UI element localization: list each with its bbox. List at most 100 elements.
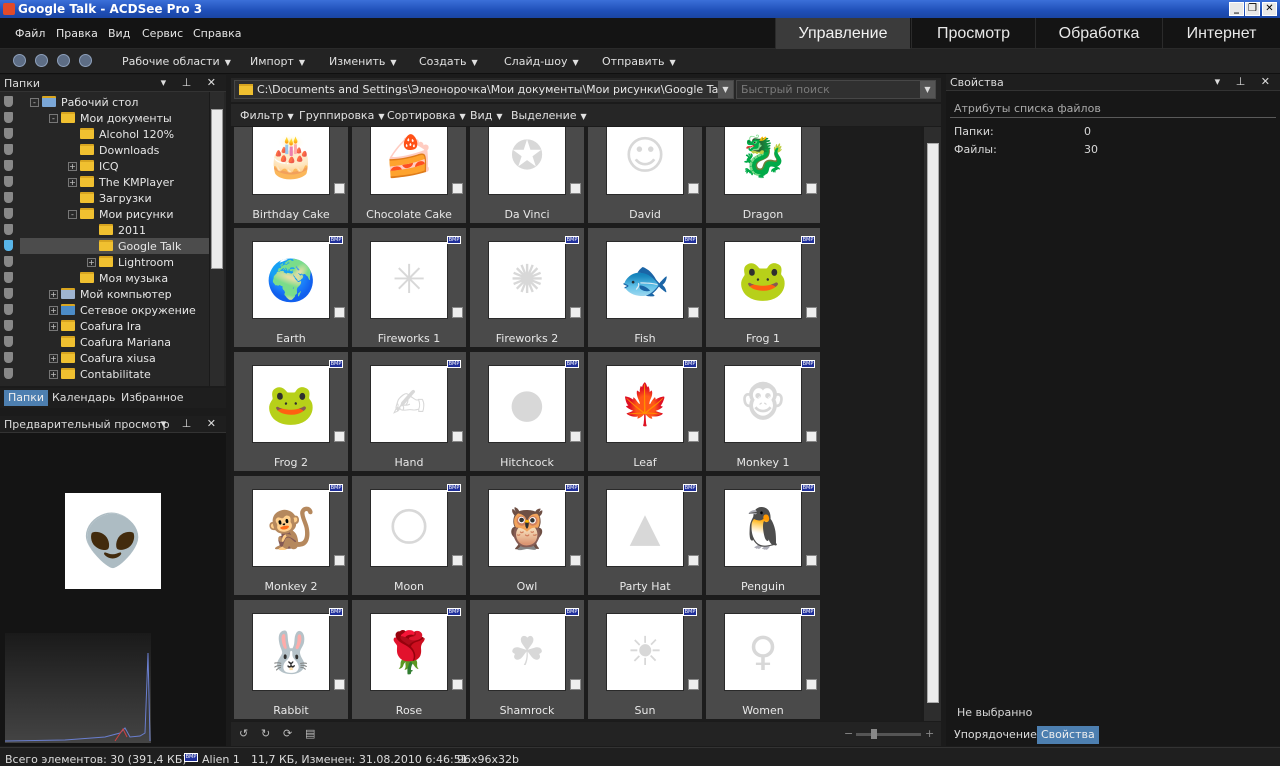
menu-file[interactable]: Файл — [15, 27, 45, 40]
select-checkbox[interactable] — [806, 183, 817, 194]
up-icon[interactable] — [79, 54, 92, 67]
slideshow-menu[interactable]: Слайд-шоу ▼ — [504, 55, 579, 68]
compare-icon[interactable]: ▤ — [305, 727, 315, 740]
select-checkbox[interactable] — [688, 307, 699, 318]
close-button[interactable]: ✕ — [1262, 2, 1277, 16]
forward-icon[interactable] — [57, 54, 70, 67]
tab-folders[interactable]: Папки — [4, 390, 48, 406]
expand-icon[interactable]: + — [68, 162, 77, 171]
tree-item[interactable]: Alcohol 120% — [0, 126, 209, 142]
expand-icon[interactable]: + — [68, 178, 77, 187]
tab-online[interactable]: Интернет — [1162, 18, 1280, 49]
edit-menu[interactable]: Изменить ▼ — [329, 55, 397, 68]
select-menu[interactable]: Выделение ▼ — [511, 109, 587, 122]
select-checkbox[interactable] — [570, 679, 581, 690]
rotate-left-icon[interactable]: ↺ — [239, 727, 248, 740]
file-thumbnail-tile[interactable]: 🐵 BMP Monkey 1 — [706, 352, 820, 471]
scrollbar-thumb[interactable] — [927, 143, 939, 703]
tab-calendar[interactable]: Календарь — [48, 390, 119, 406]
file-thumbnail-tile[interactable]: ☺BMPDavid — [588, 127, 702, 223]
select-checkbox[interactable] — [452, 307, 463, 318]
select-checkbox[interactable] — [452, 431, 463, 442]
file-thumbnail-tile[interactable]: 🍁 BMP Leaf — [588, 352, 702, 471]
menu-tools[interactable]: Сервис — [142, 27, 183, 40]
create-menu[interactable]: Создать ▼ — [419, 55, 478, 68]
refresh-icon[interactable]: ⟳ — [283, 727, 292, 740]
tree-item[interactable]: - Мои документы — [0, 110, 209, 126]
thumbnail-size-slider[interactable] — [856, 733, 921, 736]
file-thumbnail-tile[interactable]: 🐰 BMP Rabbit — [234, 600, 348, 719]
search-dropdown-icon[interactable]: ▼ — [920, 81, 935, 98]
file-thumbnail-tile[interactable]: ✪BMPDa Vinci — [470, 127, 584, 223]
select-checkbox[interactable] — [334, 555, 345, 566]
filter-menu[interactable]: Фильтр ▼ — [240, 109, 294, 122]
tree-item[interactable]: + Coafura xiusa — [0, 350, 209, 366]
tab-develop[interactable]: Обработка — [1035, 18, 1162, 49]
file-thumbnail-tile[interactable]: 🌕 BMP Moon — [352, 476, 466, 595]
view-menu[interactable]: Вид ▼ — [470, 109, 502, 122]
tree-item[interactable]: Моя музыка — [0, 270, 209, 286]
select-checkbox[interactable] — [688, 555, 699, 566]
tree-item[interactable]: Downloads — [0, 142, 209, 158]
file-thumbnail-tile[interactable]: ✳ BMP Fireworks 1 — [352, 228, 466, 347]
file-thumbnail-tile[interactable]: ✺ BMP Fireworks 2 — [470, 228, 584, 347]
panel-controls[interactable]: ▾ ⊥ ✕ — [161, 417, 222, 430]
file-thumbnail-tile[interactable]: ♀ BMP Women — [706, 600, 820, 719]
file-thumbnail-tile[interactable]: 🐉BMPDragon — [706, 127, 820, 223]
file-thumbnail-tile[interactable]: 🐧 BMP Penguin — [706, 476, 820, 595]
file-thumbnail-tile[interactable]: ☀ BMP Sun — [588, 600, 702, 719]
file-thumbnail-tile[interactable]: 🍰BMPChocolate Cake — [352, 127, 466, 223]
tree-item[interactable]: - Мои рисунки — [0, 206, 209, 222]
home-icon[interactable] — [13, 54, 26, 67]
file-thumbnail-tile[interactable]: 🌹 BMP Rose — [352, 600, 466, 719]
select-checkbox[interactable] — [570, 431, 581, 442]
workspaces-menu[interactable]: Рабочие области ▼ — [122, 55, 231, 68]
menu-edit[interactable]: Правка — [56, 27, 98, 40]
select-checkbox[interactable] — [688, 679, 699, 690]
select-checkbox[interactable] — [688, 431, 699, 442]
select-checkbox[interactable] — [334, 183, 345, 194]
file-thumbnail-tile[interactable]: ☘ BMP Shamrock — [470, 600, 584, 719]
file-thumbnail-tile[interactable]: ▲ BMP Party Hat — [588, 476, 702, 595]
zoom-in-icon[interactable]: + — [925, 727, 934, 740]
file-thumbnail-tile[interactable]: 🐒 BMP Monkey 2 — [234, 476, 348, 595]
sort-menu[interactable]: Сортировка ▼ — [387, 109, 466, 122]
select-checkbox[interactable] — [688, 183, 699, 194]
quick-search-input[interactable]: Быстрый поиск ▼ — [736, 80, 936, 99]
tree-item[interactable]: + Lightroom — [0, 254, 209, 270]
tab-manage[interactable]: Управление — [775, 18, 910, 49]
tree-item[interactable]: + Contabilitate — [0, 366, 209, 382]
pin-icon[interactable] — [4, 240, 13, 251]
slider-handle[interactable] — [871, 729, 877, 739]
tab-organize[interactable]: Упорядочение — [950, 726, 1041, 744]
import-menu[interactable]: Импорт ▼ — [250, 55, 305, 68]
expand-icon[interactable]: + — [49, 322, 58, 331]
path-dropdown-icon[interactable]: ▼ — [718, 81, 733, 98]
tree-item[interactable]: + Сетевое окружение — [0, 302, 209, 318]
file-thumbnail-tile[interactable]: 🐸 BMP Frog 1 — [706, 228, 820, 347]
collapse-icon[interactable]: - — [49, 114, 58, 123]
tab-view[interactable]: Просмотр — [911, 18, 1035, 49]
select-checkbox[interactable] — [806, 307, 817, 318]
select-checkbox[interactable] — [570, 555, 581, 566]
file-thumbnail-tile[interactable]: 🌍 BMP Earth — [234, 228, 348, 347]
menu-view[interactable]: Вид — [108, 27, 130, 40]
tab-properties[interactable]: Свойства — [1037, 726, 1099, 744]
expand-icon[interactable]: + — [49, 370, 58, 379]
expand-icon[interactable]: + — [49, 306, 58, 315]
tree-item[interactable]: + Coafura Ira — [0, 318, 209, 334]
select-checkbox[interactable] — [452, 183, 463, 194]
select-checkbox[interactable] — [334, 431, 345, 442]
tree-item[interactable]: Загрузки — [0, 190, 209, 206]
file-thumbnail-tile[interactable]: 🦉 BMP Owl — [470, 476, 584, 595]
expand-icon[interactable]: + — [49, 290, 58, 299]
expand-icon[interactable]: + — [49, 354, 58, 363]
file-thumbnail-tile[interactable]: 🐟 BMP Fish — [588, 228, 702, 347]
select-checkbox[interactable] — [570, 183, 581, 194]
zoom-out-icon[interactable]: − — [844, 727, 853, 740]
collapse-icon[interactable]: - — [68, 210, 77, 219]
panel-controls[interactable]: ▾ ⊥ ✕ — [1215, 75, 1276, 88]
select-checkbox[interactable] — [334, 307, 345, 318]
select-checkbox[interactable] — [806, 431, 817, 442]
tree-item[interactable]: + ICQ — [0, 158, 209, 174]
